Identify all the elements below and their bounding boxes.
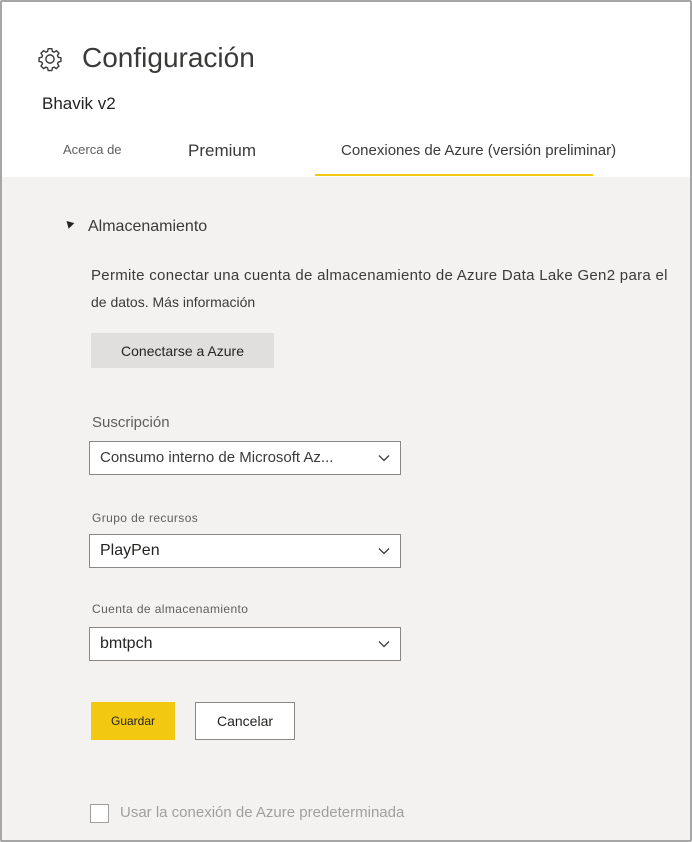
default-connection-checkbox[interactable] (90, 804, 109, 823)
settings-window: Configuración Bhavik v2 Acerca de Premiu… (0, 0, 692, 842)
chevron-down-icon (378, 455, 390, 462)
subscription-value: Consumo interno de Microsoft Az... (100, 449, 334, 466)
storage-section-title[interactable]: Almacenamiento (88, 218, 207, 236)
active-tab-indicator (315, 174, 593, 176)
subscription-select[interactable]: Consumo interno de Microsoft Az... (89, 441, 401, 475)
storage-description: Permite conectar una cuenta de almacenam… (91, 267, 668, 284)
save-button[interactable]: Guardar (91, 702, 175, 740)
tab-content: Almacenamiento Permite conectar una cuen… (2, 177, 690, 840)
resource-group-select[interactable]: PlayPen (89, 534, 401, 568)
default-connection-label[interactable]: Usar la conexión de Azure predeterminada (120, 804, 404, 821)
chevron-down-icon (378, 548, 390, 555)
cancel-button[interactable]: Cancelar (195, 702, 295, 740)
tab-premium-label: Premium (188, 141, 257, 160)
more-info-link[interactable]: Más información (153, 294, 256, 310)
workspace-name: Bhavik v2 (42, 94, 116, 113)
chevron-down-icon (378, 641, 390, 648)
resource-group-value: PlayPen (100, 542, 160, 559)
connect-azure-button[interactable]: Conectarse a Azure (91, 333, 274, 368)
caret-down-icon[interactable] (63, 218, 75, 229)
subscription-label: Suscripción (92, 414, 170, 431)
storage-account-select[interactable]: bmtpch (89, 627, 401, 661)
storage-description-cont: de datos. Más información (91, 294, 255, 310)
storage-description-line2: de datos. (91, 294, 149, 310)
resource-group-label: Grupo de recursos (92, 511, 199, 525)
gear-icon (38, 48, 62, 72)
storage-account-label: Cuenta de almacenamiento (92, 602, 249, 616)
tab-azure-connections-label: Conexiones de Azure (versión preliminar) (341, 142, 617, 159)
tab-about-label: Acerca de (63, 142, 122, 157)
header: Configuración Bhavik v2 Acerca de Premiu… (2, 2, 690, 177)
page-title: Configuración (82, 42, 255, 73)
storage-account-value: bmtpch (100, 635, 153, 652)
